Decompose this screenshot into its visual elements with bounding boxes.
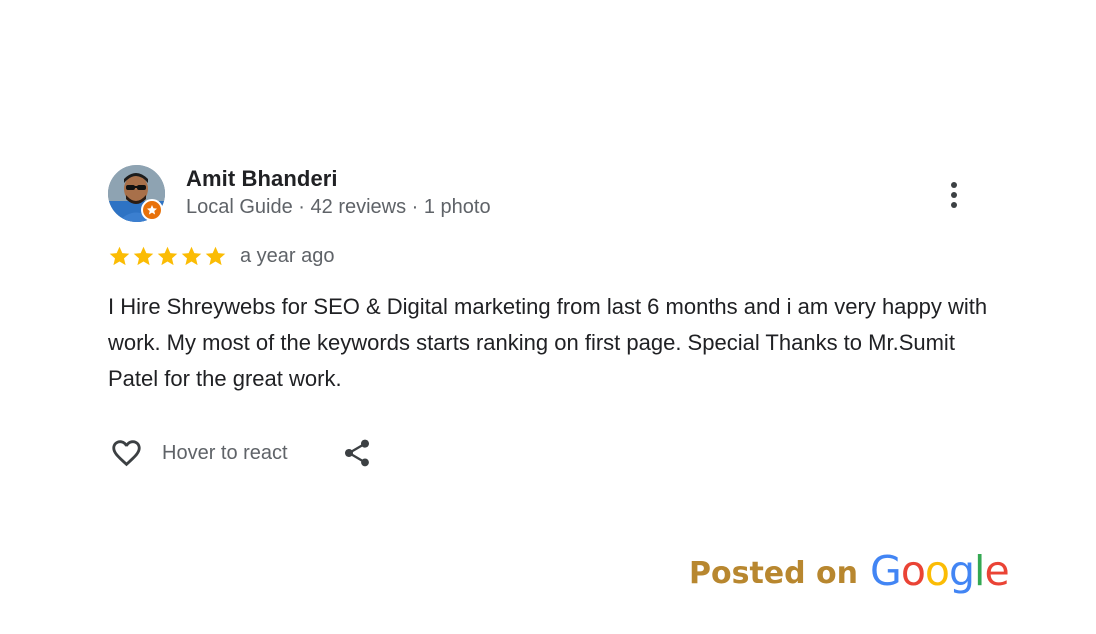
review-time: a year ago [240, 244, 335, 267]
more-options-button[interactable] [938, 176, 970, 214]
react-button[interactable]: Hover to react [108, 436, 288, 470]
google-letter: o [900, 547, 926, 595]
posted-on-label: Posted on [689, 556, 859, 591]
react-label: Hover to react [162, 441, 288, 464]
star-icon [109, 246, 130, 265]
local-guide-badge-icon [141, 199, 163, 221]
star-icon [181, 246, 202, 265]
google-letter: e [984, 547, 1009, 595]
more-vert-icon [951, 182, 957, 188]
heart-outline-icon [112, 440, 141, 467]
google-letter: o [924, 547, 950, 595]
avatar[interactable] [108, 165, 165, 222]
share-button[interactable] [341, 436, 373, 470]
posted-on-badge: Posted on Google [689, 547, 1010, 595]
google-logo: Google [870, 547, 1010, 595]
reviewer-meta: Local Guide · 42 reviews · 1 photo [186, 196, 491, 218]
rating-row: a year ago [108, 242, 335, 270]
google-letter: g [949, 547, 975, 595]
star-icon [157, 246, 178, 265]
share-icon [344, 439, 369, 467]
review-text: I Hire Shreywebs for SEO & Digital marke… [108, 294, 988, 391]
star-icon [133, 246, 154, 265]
star-icon [205, 246, 226, 265]
review-actions: Hover to react [108, 434, 373, 472]
star-rating [108, 245, 227, 268]
google-letter: l [974, 547, 985, 595]
google-letter: G [870, 547, 902, 595]
review-card: Amit Bhanderi Local Guide · 42 reviews ·… [0, 0, 1096, 634]
reviewer-name[interactable]: Amit Bhanderi [186, 166, 338, 192]
